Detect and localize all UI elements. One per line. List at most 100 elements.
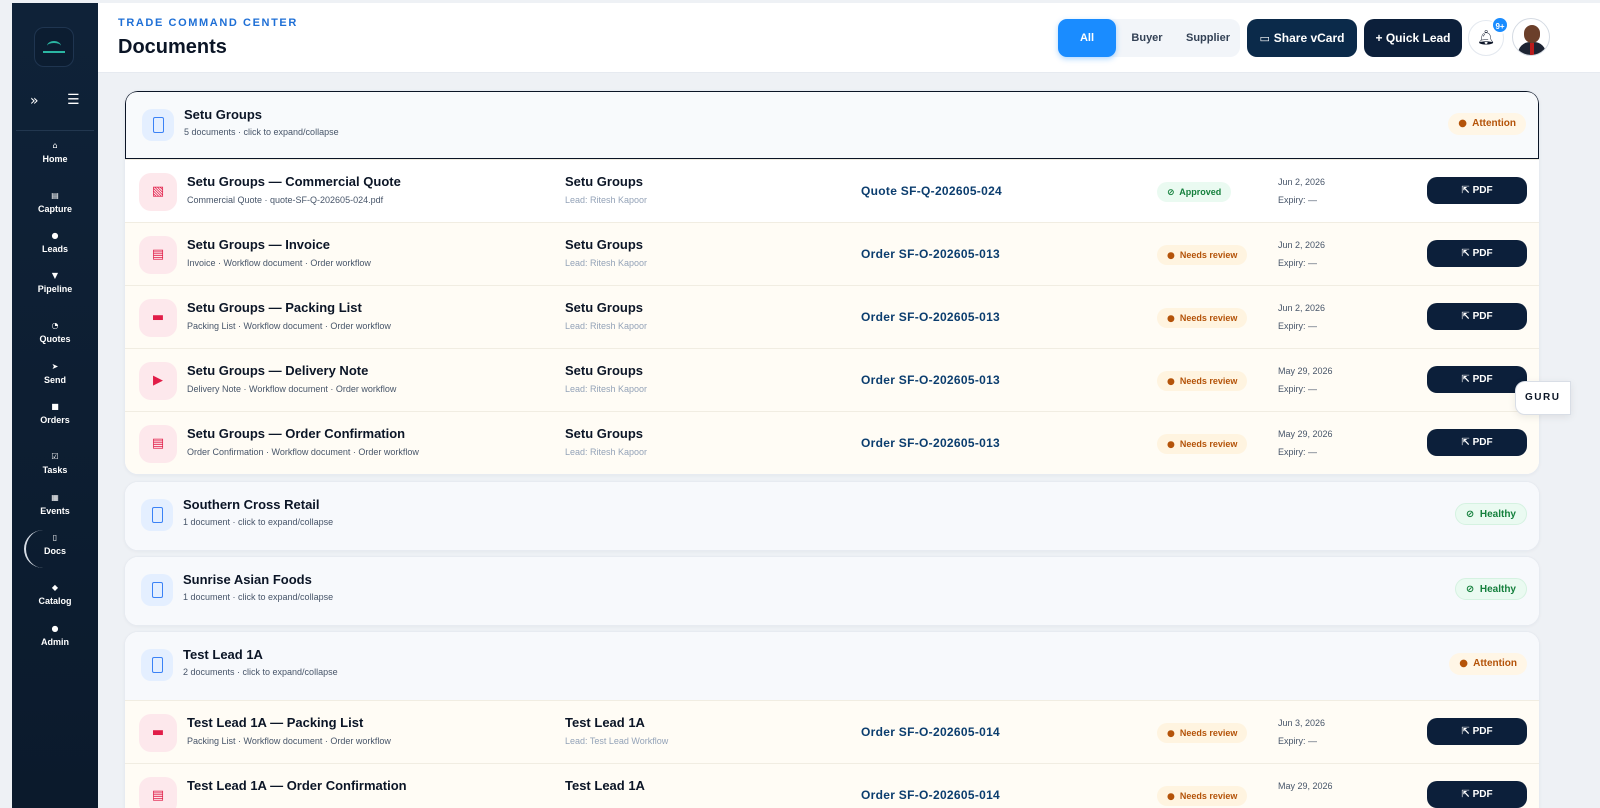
document-row[interactable]: ▬ Test Lead 1A — Packing List Packing List… (125, 700, 1539, 763)
app-logo[interactable] (34, 27, 74, 67)
sidebar-item-quotes[interactable]: ◔ Quotes (12, 321, 98, 344)
pdf-button-label: PDF (1472, 374, 1493, 385)
group-summary: 1 document · click to expand/collapse (183, 517, 334, 527)
group-name: Southern Cross Retail (183, 497, 320, 512)
document-status-badge: ● Needs review (1157, 308, 1248, 328)
document-row[interactable]: ▶ Setu Groups — Delivery Note Delivery Not… (125, 348, 1539, 411)
sidebar-item-label: Admin (41, 637, 69, 647)
document-status-badge: ● Needs review (1157, 723, 1248, 743)
open-pdf-button[interactable]: ⇱ PDF (1427, 781, 1527, 808)
open-pdf-button[interactable]: ⇱ PDF (1427, 303, 1527, 330)
sidebar-item-label: Events (40, 506, 70, 516)
group-status-label: Attention (1472, 118, 1516, 129)
group-header[interactable]: Test Lead 1A 2 documents · click to expan… (125, 632, 1539, 700)
hamburger-menu-icon[interactable]: ☰ (67, 92, 80, 108)
document-company: Setu Groups (565, 174, 644, 189)
document-expiry: Expiry: — (1278, 321, 1318, 331)
group-status-badge: ⊘ Healthy (1454, 503, 1527, 525)
sidebar-item-label: Capture (37, 204, 72, 214)
brand-subtitle: TRADE COMMAND CENTER (118, 17, 298, 29)
external-link-icon: ⇱ (1461, 185, 1470, 196)
group-status-badge: ⊘ Healthy (1454, 578, 1527, 600)
sidebar-item-orders[interactable]: ■ Orders (12, 402, 98, 425)
filter-buyer-button[interactable]: Buyer (1120, 19, 1174, 57)
alert-circle-icon: ● (1459, 658, 1468, 669)
documents-list: Setu Groups 5 documents · click to expand… (98, 74, 1600, 808)
document-row[interactable]: ▤ Setu Groups — Order Confirmation Order C… (125, 411, 1539, 474)
sidebar-item-home[interactable]: ⌂ Home (12, 141, 98, 164)
sidebar-item-events[interactable]: ▦ Events (12, 493, 98, 516)
document-expiry: Expiry: — (1278, 736, 1318, 746)
sidebar-item-label: Pipeline (37, 284, 73, 294)
document-subtitle: Invoice · Workflow document · Order work… (187, 258, 371, 268)
document-subtitle: Order Confirmation · Workflow document ·… (187, 447, 419, 457)
group-status-badge: ● Attention (1449, 653, 1527, 675)
document-group: Setu Groups 5 documents · click to expand… (124, 90, 1540, 475)
group-header[interactable]: Southern Cross Retail 1 document · click … (125, 482, 1539, 550)
sidebar-item-leads[interactable]: ● Leads (12, 231, 98, 254)
group-name: Setu Groups (184, 107, 263, 122)
quick-lead-button[interactable]: + Quick Lead (1364, 19, 1462, 57)
open-pdf-button[interactable]: ⇱ PDF (1427, 366, 1527, 393)
filter-supplier-button[interactable]: Supplier (1176, 19, 1240, 57)
avatar-head-shape (1524, 25, 1540, 43)
sidebar: » ☰ ⌂ Home ▤ Capture ● Leads ▼ Pipeline ◔ Quotes ➤… (12, 3, 98, 808)
document-company: Setu Groups (565, 426, 644, 441)
sidebar-item-label: Quotes (39, 334, 71, 344)
document-reference-link[interactable]: Order SF-O-202605-014 (861, 725, 1000, 739)
quotes-icon: ◔ (51, 321, 59, 330)
document-reference-link[interactable]: Order SF-O-202605-014 (861, 788, 1000, 802)
expand-chevrons-icon[interactable]: » (30, 93, 39, 109)
group-status-badge: ● Attention (1448, 113, 1526, 135)
document-row[interactable]: ▤ Setu Groups — Invoice Invoice · Workflow… (125, 222, 1539, 285)
share-vcard-button[interactable]: ▭ Share vCard (1247, 19, 1357, 57)
document-expiry: Expiry: — (1278, 384, 1318, 394)
document-group: Test Lead 1A 2 documents · click to expan… (124, 631, 1540, 808)
sidebar-item-label: Catalog (38, 596, 72, 606)
sidebar-item-admin[interactable]: ● Admin (12, 624, 98, 647)
document-status-badge: ⊘ Approved (1157, 182, 1232, 202)
document-reference-link[interactable]: Order SF-O-202605-013 (861, 373, 1000, 387)
pdf-button-label: PDF (1472, 726, 1493, 737)
open-pdf-button[interactable]: ⇱ PDF (1427, 240, 1527, 267)
share-vcard-label: Share vCard (1273, 31, 1345, 45)
guru-assistant-tab[interactable]: GURU (1515, 381, 1571, 415)
pipeline-icon: ▼ (51, 271, 59, 280)
document-expiry: Expiry: — (1278, 258, 1318, 268)
open-pdf-button[interactable]: ⇱ PDF (1427, 429, 1527, 456)
vcard-icon: ▭ (1259, 32, 1274, 45)
group-header[interactable]: Sunrise Asian Foods 1 document · click to… (125, 557, 1539, 625)
document-company: Test Lead 1A (565, 715, 645, 730)
sidebar-item-pipeline[interactable]: ▼ Pipeline (12, 271, 98, 294)
document-reference-link[interactable]: Quote SF-Q-202605-024 (861, 184, 1002, 198)
document-row[interactable]: ▧ Setu Groups — Commercial Quote Commercia… (125, 159, 1539, 222)
document-status-label: Needs review (1179, 728, 1238, 738)
sidebar-item-label: Tasks (42, 465, 68, 475)
home-icon: ⌂ (52, 141, 58, 150)
leads-icon: ● (51, 231, 59, 240)
sidebar-item-docs[interactable]: ▯ Docs (12, 533, 98, 556)
group-name: Sunrise Asian Foods (183, 572, 312, 587)
document-title: Setu Groups — Commercial Quote (187, 174, 401, 189)
group-header[interactable]: Setu Groups 5 documents · click to expand… (125, 91, 1539, 159)
document-reference-link[interactable]: Order SF-O-202605-013 (861, 247, 1000, 261)
document-row[interactable]: ▬ Setu Groups — Packing List Packing List … (125, 285, 1539, 348)
user-avatar[interactable] (1512, 18, 1550, 56)
external-link-icon: ⇱ (1461, 374, 1470, 385)
sidebar-item-capture[interactable]: ▤ Capture (12, 191, 98, 214)
document-reference-link[interactable]: Order SF-O-202605-013 (861, 436, 1000, 450)
sidebar-item-send[interactable]: ➤ Send (12, 362, 98, 385)
document-row[interactable]: ▤ Test Lead 1A — Order Confirmation Test L… (125, 763, 1539, 808)
document-title: Test Lead 1A — Order Confirmation (187, 778, 407, 793)
alert-circle-icon: ● (1167, 440, 1175, 450)
filter-all-button[interactable]: All (1058, 19, 1116, 57)
notification-count-badge: 9+ (1491, 16, 1509, 34)
open-pdf-button[interactable]: ⇱ PDF (1427, 177, 1527, 204)
delivery-truck-icon: ▶ (139, 362, 177, 400)
external-link-icon: ⇱ (1461, 311, 1470, 322)
open-pdf-button[interactable]: ⇱ PDF (1427, 718, 1527, 745)
document-reference-link[interactable]: Order SF-O-202605-013 (861, 310, 1000, 324)
sidebar-item-tasks[interactable]: ☑ Tasks (12, 452, 98, 475)
catalog-icon: ◆ (51, 583, 59, 592)
sidebar-item-catalog[interactable]: ◆ Catalog (12, 583, 98, 606)
